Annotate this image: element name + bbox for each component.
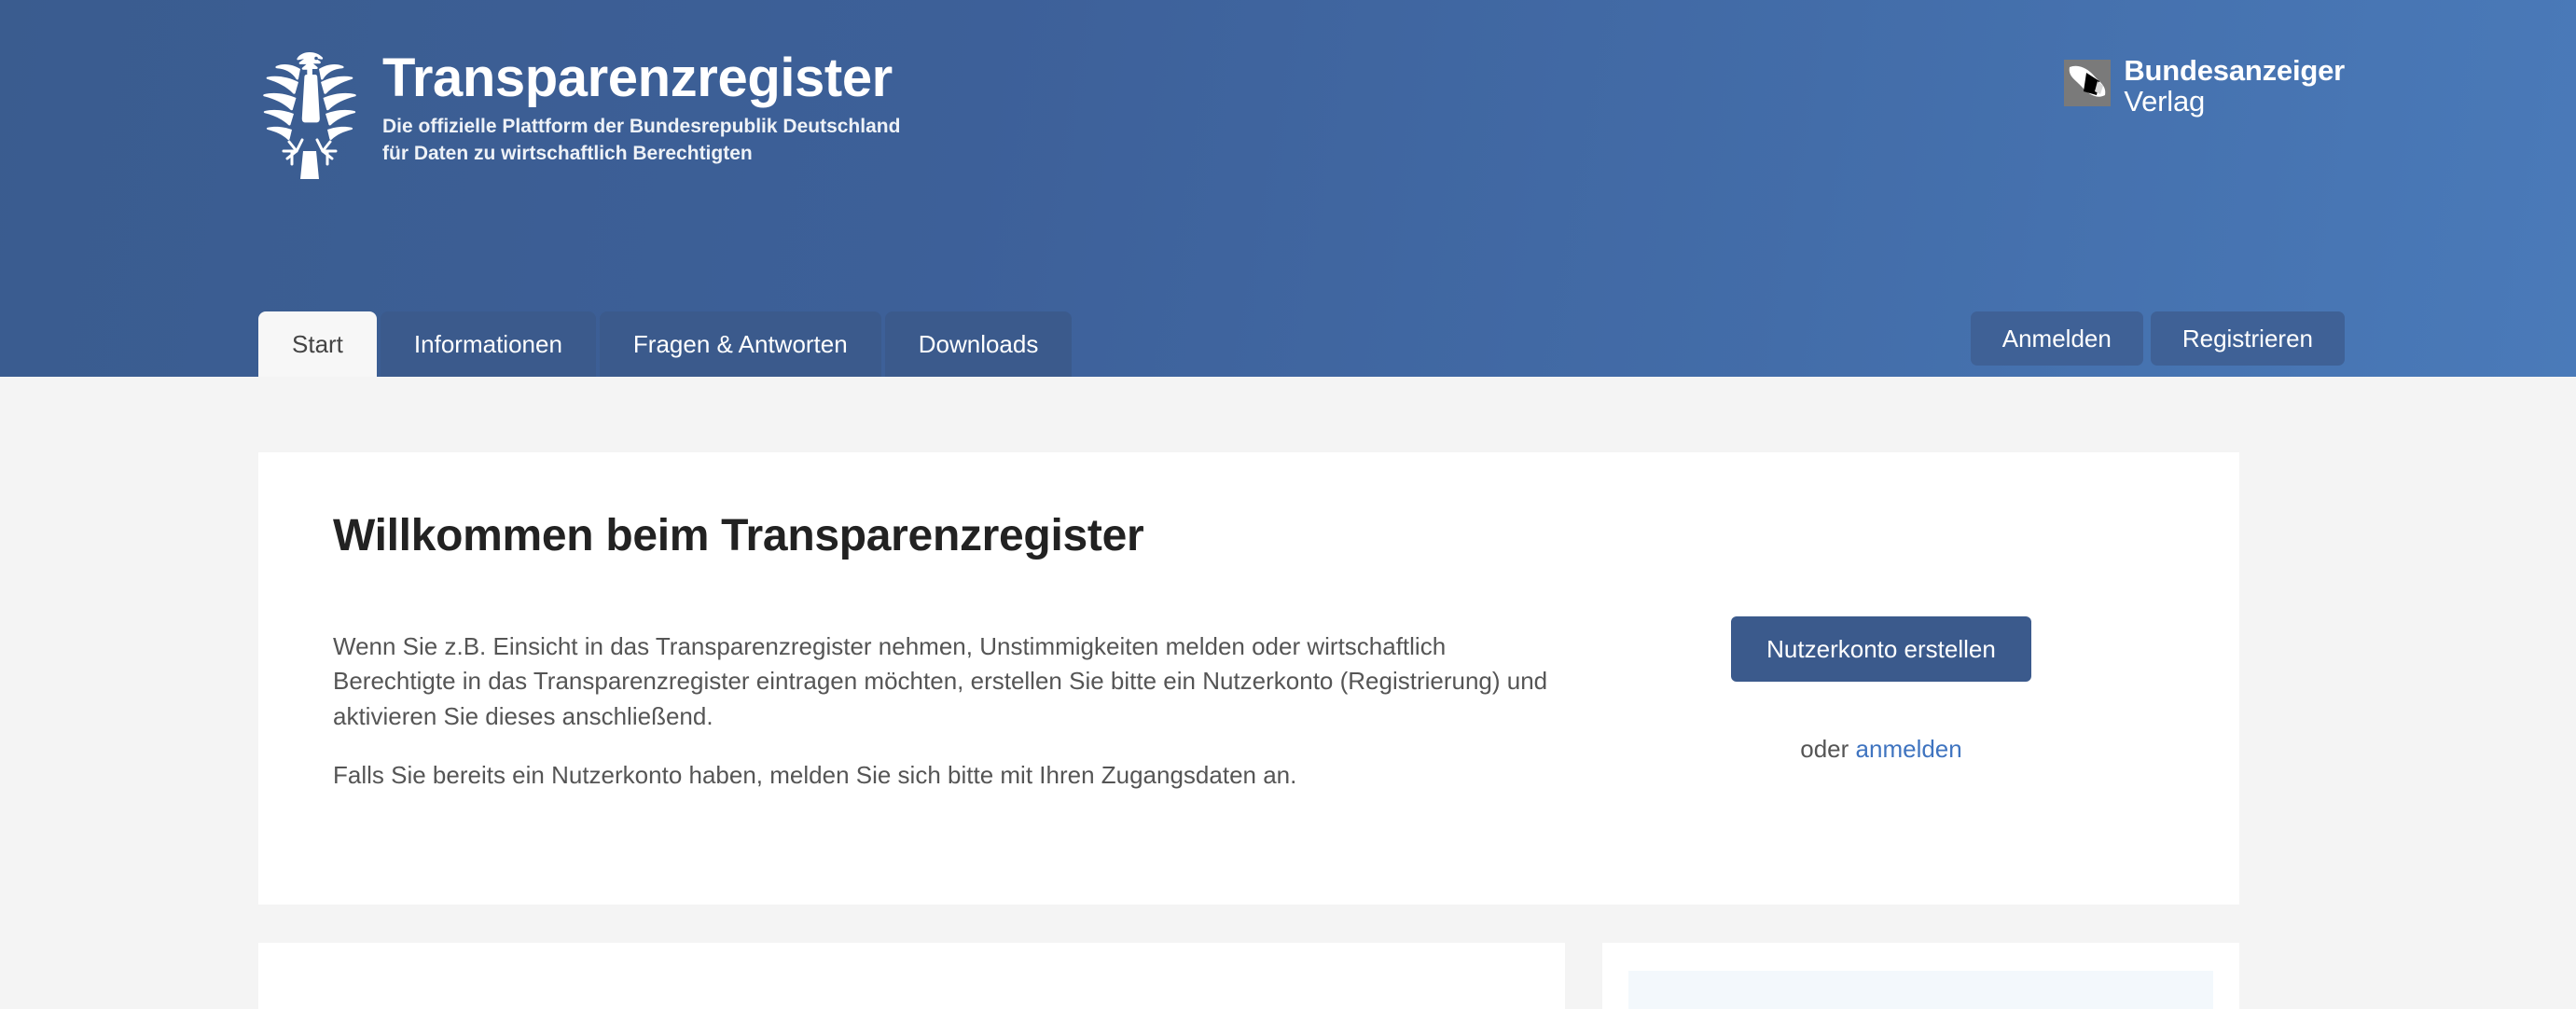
login-button[interactable]: Anmelden [1970, 311, 2143, 366]
header-inner: Transparenzregister Die offizielle Platt… [0, 0, 2576, 377]
site-subtitle-line1: Die offizielle Plattform der Bundesrepub… [382, 116, 901, 138]
welcome-cta-group: Nutzerkonto erstellen oder anmelden [1676, 616, 2086, 764]
bundesanzeiger-verlag-logo[interactable]: Bundesanzeiger Verlag [2064, 54, 2345, 117]
site-subtitle-line2: für Daten zu wirtschaftlich Berechtigten [382, 143, 753, 165]
login-link[interactable]: anmelden [1856, 735, 1962, 763]
bundesanzeiger-mark-icon [2064, 60, 2112, 106]
brand-text: Transparenzregister Die offizielle Platt… [382, 45, 900, 168]
brand-logo[interactable]: Transparenzregister Die offizielle Platt… [254, 45, 900, 182]
info-card-right[interactable] [1602, 943, 2239, 1009]
create-account-button[interactable]: Nutzerkonto erstellen [1731, 616, 2031, 682]
welcome-paragraph-1: Wenn Sie z.B. Einsicht in das Transparen… [333, 632, 1548, 730]
navigation-bar: Start Informationen Fragen & Antworten D… [0, 311, 2576, 377]
login-alternative-prefix: oder [1800, 735, 1856, 763]
bundesanzeiger-line2: Verlag [2124, 84, 2206, 117]
page-body: Willkommen beim Transparenzregister Wenn… [0, 377, 2576, 1009]
welcome-card: Willkommen beim Transparenzregister Wenn… [258, 452, 2239, 905]
site-title: Transparenzregister [382, 48, 893, 108]
welcome-paragraph-2: Falls Sie bereits ein Nutzerkonto haben,… [333, 761, 1297, 790]
welcome-text: Wenn Sie z.B. Einsicht in das Transparen… [333, 629, 1559, 794]
main-tabs: Start Informationen Fragen & Antworten D… [258, 311, 1073, 377]
account-actions: Anmelden Registrieren [1970, 311, 2345, 366]
info-cards-row [258, 943, 2239, 1009]
bundesanzeiger-wordmark: Bundesanzeiger Verlag [2124, 54, 2345, 117]
register-button[interactable]: Registrieren [2150, 311, 2345, 366]
tab-informationen[interactable]: Informationen [380, 311, 596, 377]
info-card-right-panel [1628, 971, 2213, 1009]
tab-downloads[interactable]: Downloads [884, 311, 1073, 377]
tab-fragen-antworten[interactable]: Fragen & Antworten [599, 311, 881, 377]
site-header: Transparenzregister Die offizielle Platt… [0, 0, 2576, 377]
tab-start[interactable]: Start [258, 311, 377, 377]
info-card-left[interactable] [258, 943, 1565, 1009]
site-subtitle: Die offizielle Plattform der Bundesrepub… [382, 114, 900, 168]
page-title: Willkommen beim Transparenzregister [333, 511, 1144, 560]
login-alternative: oder anmelden [1800, 735, 1961, 764]
bundesanzeiger-line1: Bundesanzeiger [2124, 54, 2345, 87]
bundesadler-icon [254, 47, 366, 182]
